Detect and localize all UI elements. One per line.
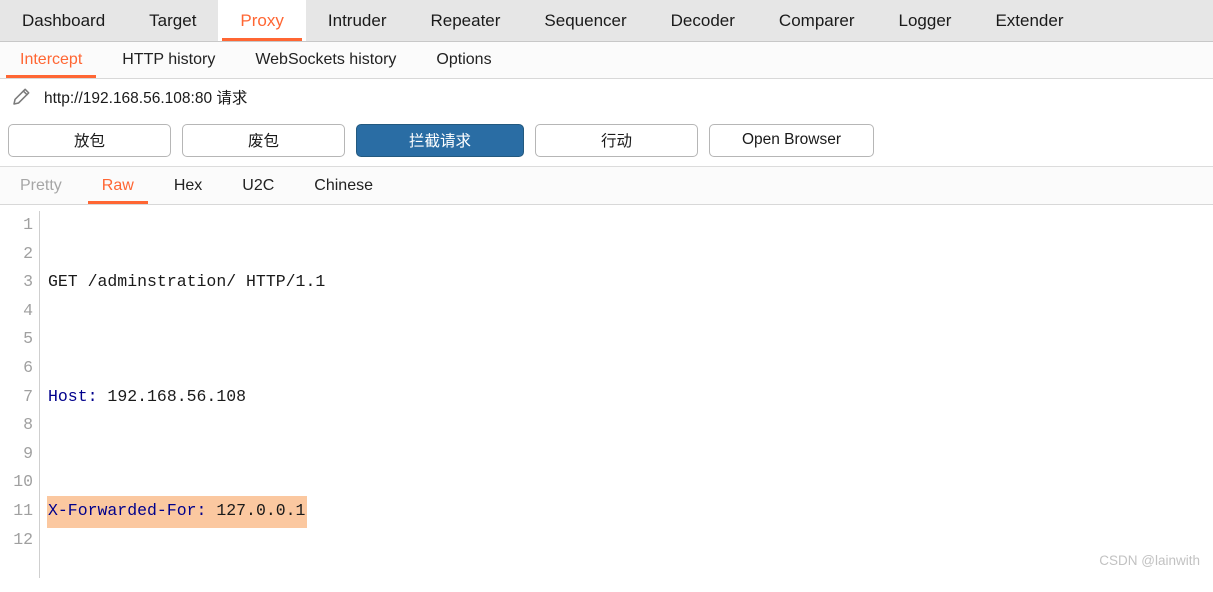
main-tab-bar: Dashboard Target Proxy Intruder Repeater… (0, 0, 1213, 42)
request-editor[interactable]: 1 2 3 4 5 6 7 8 9 10 11 12 GET /adminstr… (0, 205, 1213, 578)
tab-repeater[interactable]: Repeater (408, 0, 523, 41)
line-number: 4 (23, 300, 33, 320)
highlighted-header: X-Forwarded-For: 127.0.0.1 (47, 495, 308, 528)
open-browser-button[interactable]: Open Browser (709, 123, 874, 157)
tab-intruder[interactable]: Intruder (305, 0, 409, 41)
tab-intruder-label: Intruder (327, 10, 387, 30)
sub-tab-websockets-history-label: WebSockets history (255, 51, 397, 68)
tab-repeater-label: Repeater (430, 10, 501, 30)
request-url-text: http://192.168.56.108:80 请求 (44, 89, 248, 107)
tab-target-label: Target (149, 10, 197, 30)
line-number: 2 (23, 243, 33, 263)
open-browser-button-label: Open Browser (741, 131, 842, 148)
line-number: 1 (23, 215, 33, 234)
header-line-x-forwarded-for: X-Forwarded-For: 127.0.0.1 (47, 495, 1213, 528)
tab-comparer-label: Comparer (778, 10, 855, 30)
pencil-icon (10, 86, 32, 108)
drop-button[interactable]: 废包 (182, 123, 345, 157)
header-value: 192.168.56.108 (97, 386, 247, 406)
tab-decoder-label: Decoder (670, 10, 735, 30)
tab-extender[interactable]: Extender (973, 0, 1086, 41)
tab-proxy[interactable]: Proxy (218, 0, 306, 41)
viewer-tab-pretty[interactable]: Pretty (0, 167, 82, 204)
intercept-toggle-button-label: 拦截请求 (408, 133, 471, 150)
message-viewer-tab-bar: Pretty Raw Hex U2C Chinese (0, 167, 1213, 205)
request-url-row: http://192.168.56.108:80 请求 (0, 79, 1213, 114)
tab-decoder[interactable]: Decoder (648, 0, 757, 41)
tab-sequencer[interactable]: Sequencer (522, 0, 649, 41)
viewer-tab-hex[interactable]: Hex (154, 167, 222, 204)
line-number: 12 (13, 529, 33, 549)
viewer-tab-raw[interactable]: Raw (82, 167, 154, 204)
viewer-tab-raw-label: Raw (101, 176, 134, 194)
line-number: 9 (23, 443, 33, 463)
line-number: 6 (23, 357, 33, 377)
viewer-tab-hex-label: Hex (173, 176, 203, 194)
line-number-gutter: 1 2 3 4 5 6 7 8 9 10 11 12 (0, 211, 40, 578)
viewer-tab-pretty-label: Pretty (20, 176, 62, 194)
header-name: X-Forwarded-For: (48, 500, 207, 520)
csdn-watermark: CSDN @lainwith (1099, 553, 1200, 568)
sub-tab-http-history-label: HTTP history (122, 51, 216, 68)
sub-tab-options-label: Options (436, 51, 492, 68)
line-number: 8 (23, 415, 33, 435)
line-number: 5 (23, 329, 33, 349)
viewer-tab-chinese-label: Chinese (314, 176, 373, 194)
intercept-action-bar: 放包 废包 拦截请求 行动 Open Browser (0, 114, 1213, 167)
http-request-line: GET /adminstration/ HTTP/1.1 (48, 272, 326, 292)
sub-tab-http-history[interactable]: HTTP history (102, 42, 235, 78)
sub-tab-intercept-label: Intercept (20, 51, 83, 68)
header-name: Host: (48, 386, 98, 406)
viewer-tab-u2c[interactable]: U2C (222, 167, 294, 204)
tab-proxy-label: Proxy (240, 10, 284, 30)
line-number: 3 (23, 272, 33, 292)
forward-button-label: 放包 (73, 133, 105, 150)
sub-tab-websockets-history[interactable]: WebSockets history (235, 42, 416, 78)
viewer-tab-chinese[interactable]: Chinese (294, 167, 393, 204)
drop-button-label: 废包 (247, 133, 279, 150)
request-line: GET /adminstration/ HTTP/1.1 (48, 268, 1213, 297)
tab-extender-label: Extender (995, 10, 1064, 30)
tab-dashboard-label: Dashboard (22, 10, 106, 30)
viewer-tab-u2c-label: U2C (242, 176, 275, 194)
tab-logger-label: Logger (898, 10, 952, 30)
line-number: 11 (13, 500, 33, 520)
line-number: 10 (13, 472, 33, 492)
tab-sequencer-label: Sequencer (544, 10, 627, 30)
header-line-host: Host: 192.168.56.108 (48, 383, 1213, 412)
request-editor-pane[interactable]: 1 2 3 4 5 6 7 8 9 10 11 12 GET /adminstr… (0, 205, 1213, 578)
sub-tab-intercept[interactable]: Intercept (0, 42, 102, 78)
tab-target[interactable]: Target (127, 0, 219, 41)
proxy-sub-tab-bar: Intercept HTTP history WebSockets histor… (0, 42, 1213, 79)
sub-tab-options[interactable]: Options (416, 42, 511, 78)
action-button[interactable]: 行动 (535, 123, 698, 157)
forward-button[interactable]: 放包 (8, 123, 171, 157)
intercept-toggle-button[interactable]: 拦截请求 (356, 123, 524, 157)
line-number: 7 (23, 386, 33, 406)
request-code[interactable]: GET /adminstration/ HTTP/1.1 Host: 192.1… (40, 211, 1213, 578)
tab-dashboard[interactable]: Dashboard (0, 0, 128, 41)
header-value: 127.0.0.1 (206, 500, 306, 520)
tab-logger[interactable]: Logger (876, 0, 974, 41)
action-button-label: 行动 (600, 133, 632, 150)
tab-comparer[interactable]: Comparer (756, 0, 877, 41)
